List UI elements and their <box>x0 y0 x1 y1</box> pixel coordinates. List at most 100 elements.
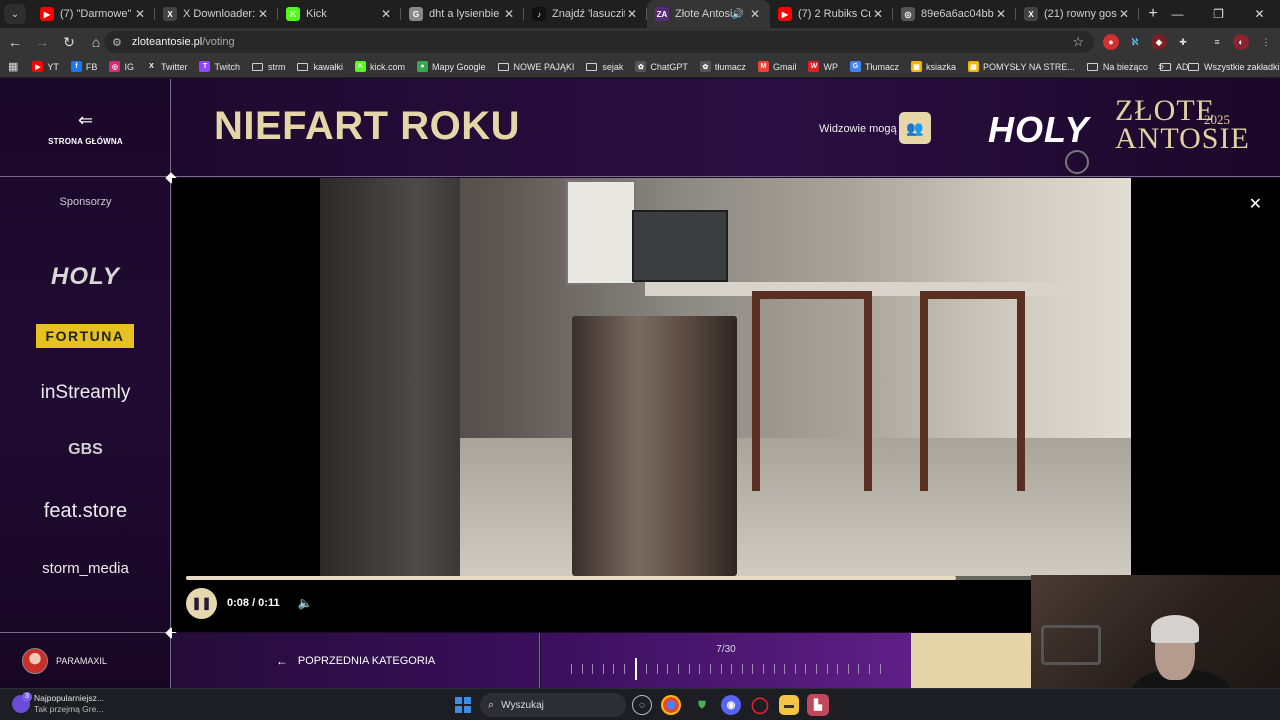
browser-tab[interactable]: X X Downloader: Free T✕ <box>155 0 278 28</box>
tab-close-icon[interactable]: ✕ <box>133 7 147 21</box>
tab-close-icon[interactable]: ✕ <box>502 7 516 21</box>
tab-close-icon[interactable]: ✕ <box>871 7 885 21</box>
minimize-icon[interactable]: — <box>1157 0 1198 28</box>
bookmark-item[interactable]: X Twitter <box>145 61 187 72</box>
sponsor-featstore-logo[interactable]: feat.store <box>0 500 171 523</box>
bookmark-item[interactable]: ▶ YT <box>32 61 59 72</box>
tab-close-icon[interactable]: ✕ <box>994 7 1008 21</box>
browser-tab[interactable]: K Kick ✕ <box>278 0 401 28</box>
tab-close-icon[interactable]: ✕ <box>625 7 639 21</box>
step-tick <box>646 664 648 674</box>
step-tick <box>602 664 604 674</box>
bookmark-item[interactable]: ● Mapy Google <box>417 61 486 72</box>
back-icon[interactable]: ← <box>3 34 27 50</box>
bookmark-star-icon[interactable]: ☆ <box>1072 34 1084 50</box>
taskbar-search[interactable]: ⌕ Wyszukaj <box>480 693 626 717</box>
browser-tab[interactable]: X (21) rowny gosc w se✕ <box>1016 0 1139 28</box>
bookmark-item[interactable]: sejak <box>586 62 623 72</box>
discord-icon[interactable]: ◉ <box>721 695 741 715</box>
file-explorer-icon[interactable]: ▬ <box>779 695 799 715</box>
close-video-icon[interactable]: ✕ <box>1249 194 1262 214</box>
bookmark-item[interactable]: ◎ IG <box>109 61 134 72</box>
bookmark-item[interactable]: ✿ ChatGPT <box>635 61 688 72</box>
opera-icon[interactable]: ◯ <box>750 695 770 715</box>
audio-playing-icon[interactable]: 🔊 <box>732 9 744 20</box>
apps-grid-icon[interactable]: ▦ <box>8 60 18 73</box>
windows-start-icon[interactable] <box>455 697 471 713</box>
media-queue-icon[interactable]: ≡ <box>1209 34 1225 50</box>
sponsor-fortuna-logo[interactable]: FORTUNA <box>36 324 134 348</box>
more-bookmarks-chevron-icon[interactable]: » <box>1158 61 1164 73</box>
browser-tab[interactable]: ▶ (7) "Darmowe" domy✕ <box>32 0 155 28</box>
bookmark-item[interactable]: ▦ ksiazka <box>910 61 956 72</box>
bookmark-item[interactable]: AD <box>1159 62 1188 72</box>
bookmark-item[interactable]: ▦ POMYSŁY NA STRE... <box>967 61 1075 72</box>
shield-extension-icon[interactable]: ◆ <box>1151 34 1167 50</box>
browser-tab[interactable]: ◎ 89e6a6ac04bb60a51✕ <box>893 0 1016 28</box>
bookmark-item[interactable]: f FB <box>70 61 97 72</box>
reload-icon[interactable]: ↻ <box>57 34 81 51</box>
browser-tab[interactable]: ZA Złote Antosie 202🔊 ✕ <box>647 0 770 28</box>
video-player[interactable]: ✕ ❚❚ 0:08 / 0:11 🔈 <box>172 178 1280 632</box>
sponsor-stormmedia-logo[interactable]: storm_media <box>0 560 171 577</box>
bookmark-item[interactable]: G Tłumacz <box>849 61 899 72</box>
forward-icon[interactable]: → <box>30 34 54 50</box>
maximize-icon[interactable]: ❐ <box>1198 0 1239 28</box>
tab-close-icon[interactable]: ✕ <box>1117 7 1131 21</box>
streaming-app-icon[interactable]: ▙ <box>807 694 829 716</box>
sponsor-gbs-logo[interactable]: GBS <box>0 441 171 459</box>
site-info-icon[interactable]: ⚙ <box>112 36 122 49</box>
bookmark-item[interactable]: strm <box>251 62 285 72</box>
pause-button[interactable]: ❚❚ <box>186 587 217 619</box>
user-profile[interactable]: PARAMAXIL <box>0 632 171 688</box>
shield-app-icon[interactable]: ⛊ <box>692 695 712 715</box>
bookmark-favicon-icon: ◎ <box>109 61 121 72</box>
translate-extension-icon[interactable]: ℵ <box>1127 34 1143 50</box>
bookmark-item[interactable]: M Gmail <box>757 61 796 72</box>
sponsor-instreamly-logo[interactable]: inStreamly <box>0 382 171 404</box>
browser-tab[interactable]: ♪ Znajdź 'lasuczita' na T✕ <box>524 0 647 28</box>
bookmark-favicon-icon: K <box>355 61 366 72</box>
browser-tab[interactable]: ▶ (7) 2 Rubiks Cubes 2✕ <box>770 0 893 28</box>
tab-title: Znajdź 'lasuczita' na T <box>552 8 625 20</box>
bookmark-label: ChatGPT <box>650 61 688 72</box>
profile-avatar[interactable]: ◐ <box>1233 34 1249 50</box>
bookmark-item[interactable]: NOWE PAJĄKI <box>497 62 574 72</box>
taskbar: 3 Najpopularniejsz... Tak przejmą Gre...… <box>0 688 1280 720</box>
previous-category-button[interactable]: ← POPRZEDNIA KATEGORIA <box>172 633 540 688</box>
bookmark-favicon-icon: f <box>70 61 82 72</box>
chrome-icon[interactable] <box>661 695 681 715</box>
home-label: STRONA GŁÓWNA <box>48 136 123 146</box>
viewers-button[interactable]: 👥 <box>899 112 931 144</box>
tab-title: (21) rowny gosc w se <box>1044 8 1117 20</box>
folder-icon <box>1086 62 1098 71</box>
video-progress-bar[interactable] <box>186 576 1032 580</box>
bookmark-item[interactable]: kawałki <box>297 62 343 72</box>
tab-search-button[interactable]: ⌄ <box>4 4 26 24</box>
bookmark-item[interactable]: Kkick.com <box>355 61 405 72</box>
record-extension-icon[interactable]: ● <box>1103 34 1119 50</box>
browser-tab[interactable]: Gdht a lysienbie - Szuk✕ <box>401 0 524 28</box>
news-widget[interactable]: 3 Najpopularniejsz... Tak przejmą Gre... <box>12 692 104 715</box>
bookmark-item[interactable]: ✿ tłumacz <box>699 61 746 72</box>
bookmark-label: tłumacz <box>714 61 746 72</box>
close-window-icon[interactable]: ✕ <box>1239 0 1280 28</box>
url-bar[interactable]: ⚙ zloteantosie.pl/voting ☆ <box>104 31 1094 53</box>
menu-kebab-icon[interactable]: ⋮ <box>1258 34 1274 50</box>
copilot-icon[interactable]: ◌ <box>632 695 652 715</box>
tab-title: dht a lysienbie - Szuk <box>429 8 502 20</box>
tab-close-icon[interactable]: ✕ <box>256 7 270 21</box>
url-path: /voting <box>202 36 235 48</box>
bookmark-item[interactable]: Na bieżąco <box>1086 62 1148 72</box>
extensions-puzzle-icon[interactable]: ✚ <box>1175 34 1191 50</box>
step-tick <box>720 664 722 674</box>
bookmark-item[interactable]: T Twitch <box>199 61 240 72</box>
home-link[interactable]: ⇐ STRONA GŁÓWNA <box>0 79 171 177</box>
logo-line2: ANTOSIE <box>1115 122 1250 155</box>
bookmark-item[interactable]: W WP <box>808 61 838 72</box>
tab-close-icon[interactable]: ✕ <box>379 7 393 21</box>
all-bookmarks-folder[interactable]: Wszystkie zakładki <box>1188 62 1280 72</box>
sponsor-holy-logo[interactable]: HOLY <box>0 263 171 291</box>
volume-icon[interactable]: 🔈 <box>298 596 313 610</box>
tab-close-icon[interactable]: ✕ <box>748 7 762 21</box>
